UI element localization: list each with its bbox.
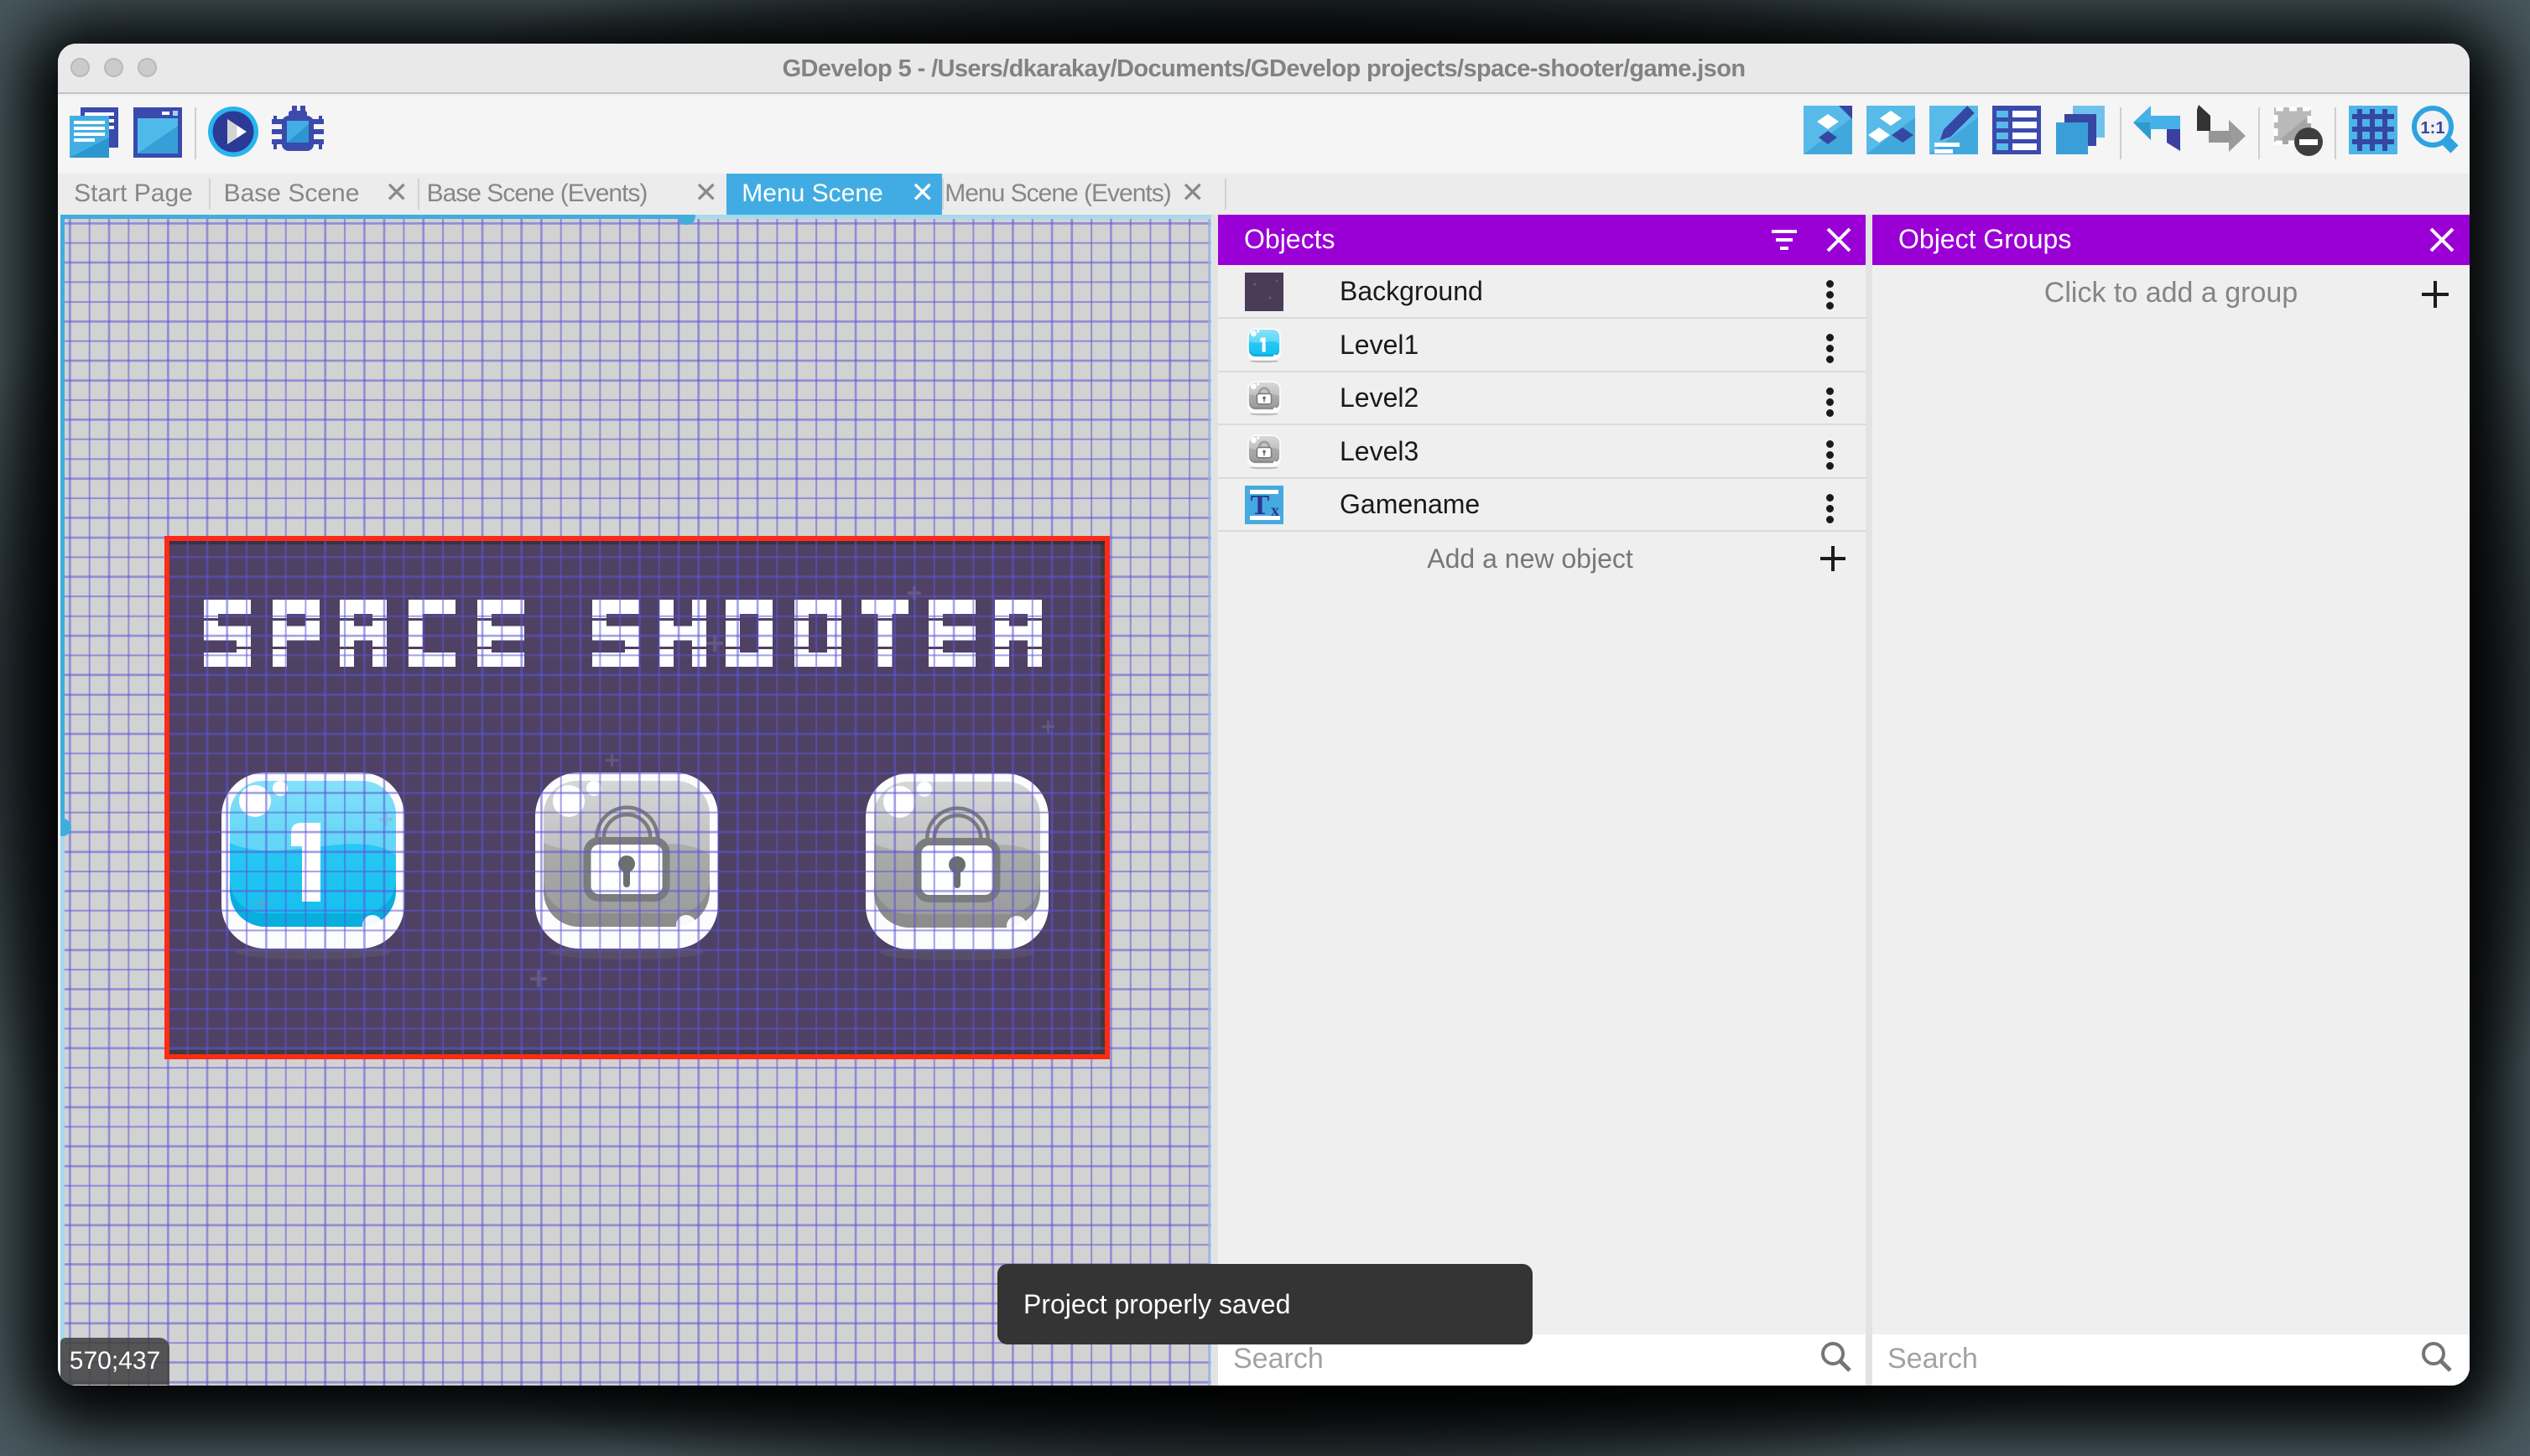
svg-text:1:1: 1:1	[2421, 119, 2445, 138]
svg-text:x: x	[1271, 502, 1279, 520]
svg-text:T: T	[1251, 490, 1270, 521]
